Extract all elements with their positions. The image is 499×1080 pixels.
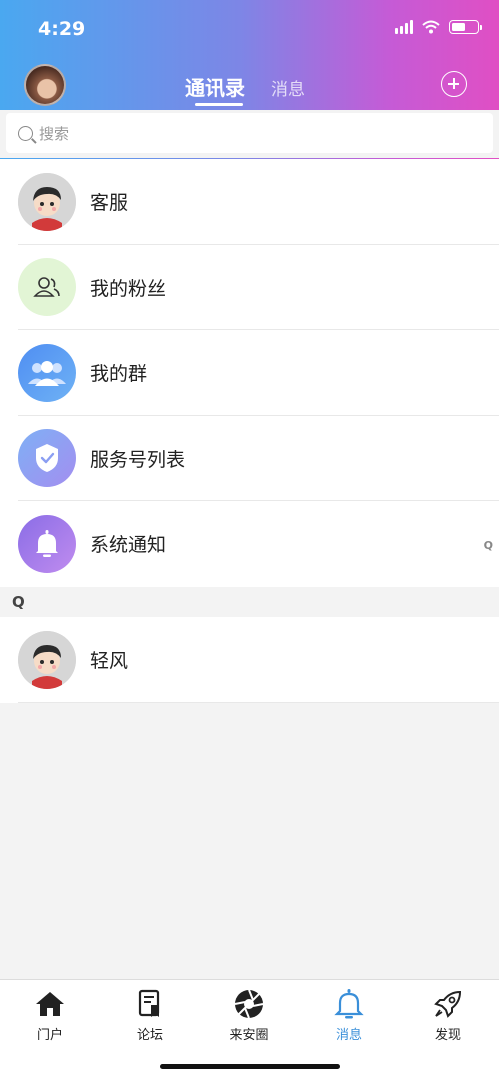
aperture-icon (214, 988, 284, 1020)
status-icons (395, 20, 482, 34)
list-item-label: 我的粉丝 (90, 277, 167, 300)
fans-icon (18, 258, 76, 317)
status-time: 4:29 (38, 18, 86, 40)
tab-label: 门户 (36, 1028, 63, 1043)
section-header: Q (0, 587, 499, 617)
battery-icon (449, 20, 482, 34)
index-letter-q[interactable]: Q (484, 539, 493, 552)
tab-active-indicator (195, 103, 243, 106)
list-item-label: 服务号列表 (90, 448, 186, 471)
shield-icon (18, 429, 76, 488)
group-icon (18, 343, 76, 402)
search-input[interactable]: 搜索 (6, 113, 493, 153)
contact-list: 客服 我的粉丝 我的群 服务号列表 系统通知 Q (0, 159, 499, 587)
list-item-contact[interactable]: 轻风 (0, 617, 499, 703)
cartoon-avatar-icon (18, 630, 76, 689)
search-icon (18, 125, 33, 141)
bell-icon (18, 514, 76, 573)
rocket-icon (413, 988, 483, 1020)
list-item-label: 轻风 (90, 650, 129, 673)
list-item-label: 系统通知 (90, 534, 167, 557)
signal-icon (395, 20, 413, 34)
add-icon[interactable] (441, 71, 467, 97)
tab-messages-bottom[interactable]: 消息 (314, 988, 384, 1043)
tab-contacts[interactable]: 通讯录 (185, 72, 245, 101)
divider (18, 701, 499, 703)
tab-label: 发现 (434, 1028, 461, 1043)
list-item-service-accounts[interactable]: 服务号列表 (0, 416, 499, 501)
tab-circle[interactable]: 来安圈 (214, 988, 284, 1043)
user-avatar[interactable] (24, 64, 66, 106)
tab-discover[interactable]: 发现 (413, 988, 483, 1043)
list-item-customer-service[interactable]: 客服 (0, 159, 499, 245)
list-item-label: 客服 (90, 192, 129, 215)
bell-icon (314, 988, 384, 1020)
list-item-my-fans[interactable]: 我的粉丝 (0, 245, 499, 330)
tab-label: 来安圈 (229, 1028, 269, 1043)
list-item-system-notice[interactable]: 系统通知 Q (0, 501, 499, 587)
tab-messages[interactable]: 消息 (271, 75, 305, 100)
list-item-label: 我的群 (90, 363, 148, 386)
tab-label: 论坛 (136, 1028, 163, 1043)
cartoon-avatar-icon (18, 172, 76, 231)
tab-label: 消息 (335, 1028, 362, 1043)
forum-icon (115, 988, 185, 1020)
home-indicator (160, 1064, 340, 1069)
wifi-icon (422, 20, 440, 34)
home-icon (15, 988, 85, 1020)
list-item-my-groups[interactable]: 我的群 (0, 330, 499, 416)
search-placeholder: 搜索 (39, 124, 70, 143)
contact-list-section-q: 轻风 (0, 617, 499, 703)
search-bar: 搜索 (0, 110, 499, 158)
tab-portal[interactable]: 门户 (15, 988, 85, 1043)
tab-forum[interactable]: 论坛 (115, 988, 185, 1043)
